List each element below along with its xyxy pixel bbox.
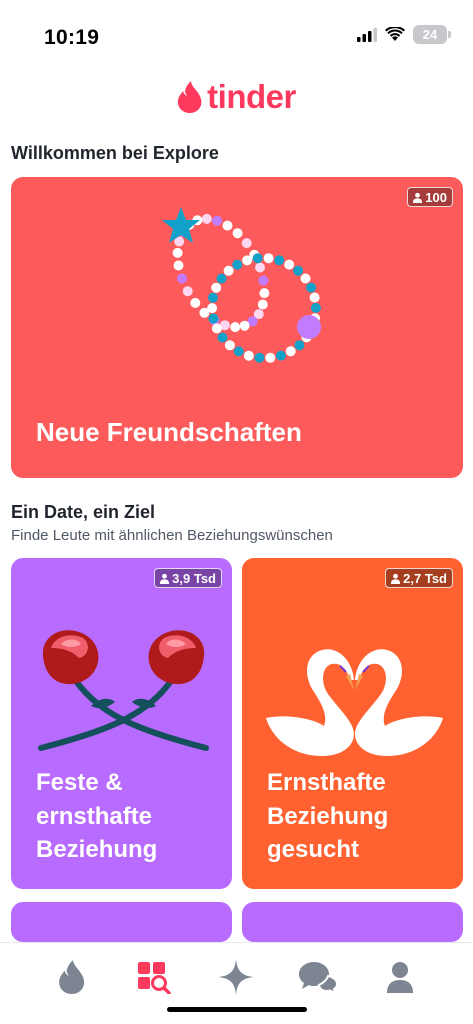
nav-sparks[interactable]: [216, 957, 256, 997]
bead: [172, 247, 183, 258]
bead: [263, 253, 274, 264]
bead: [310, 302, 321, 313]
serious-relationship-card[interactable]: 2,7 Tsd Ernsthafte Beziehung gesucht: [242, 558, 463, 889]
date-section-subtitle: Finde Leute mit ähnlichen Beziehungswüns…: [11, 527, 333, 544]
bead: [232, 228, 243, 239]
bead: [232, 259, 243, 270]
card-title: Neue Freundschaften: [36, 416, 302, 447]
member-count-badge: 3,9 Tsd: [154, 568, 222, 588]
flame-icon: [59, 960, 85, 994]
crossed-roses-illustration: [38, 630, 209, 751]
bead: [239, 320, 250, 331]
card-title: Feste & ernsthafte Beziehung: [36, 769, 158, 864]
bead: [243, 350, 254, 361]
status-icons: 24: [357, 25, 451, 44]
badge-count: 3,9 Tsd: [172, 570, 216, 586]
battery-icon: 24: [413, 25, 451, 44]
friendship-bracelets-illustration: [162, 207, 321, 363]
bead: [223, 265, 234, 276]
nav-profile[interactable]: [380, 957, 420, 997]
bead: [300, 273, 311, 284]
nav-home[interactable]: [52, 957, 92, 997]
bead: [208, 292, 218, 303]
nav-chat[interactable]: [298, 957, 338, 997]
bead: [233, 346, 244, 357]
bead: [255, 262, 265, 273]
bead: [306, 282, 317, 293]
card-title: Ernsthafte Beziehung gesucht: [267, 769, 389, 864]
bead: [212, 215, 223, 226]
bead: [252, 253, 263, 264]
bead: [285, 346, 296, 357]
next-card-left[interactable]: [11, 902, 232, 942]
logo-text: tinder: [207, 78, 296, 115]
bead: [177, 273, 187, 284]
bead: [190, 297, 201, 308]
bead: [265, 352, 276, 363]
member-count-badge: 2,7 Tsd: [385, 568, 453, 588]
flame-icon: [178, 81, 202, 113]
welcome-title: Willkommen bei Explore: [11, 143, 219, 163]
person-icon: [413, 192, 423, 203]
badge-count: 2,7 Tsd: [403, 570, 447, 586]
status-time: 10:19: [44, 26, 100, 49]
next-card-right[interactable]: [242, 902, 463, 942]
battery-level: 24: [422, 27, 438, 42]
cellular-signal-icon: [357, 27, 377, 42]
date-section-title: Ein Date, ein Ziel: [11, 502, 156, 522]
bead: [257, 299, 268, 310]
badge-count: 100: [425, 189, 447, 205]
status-bar: 10:19 24: [0, 0, 473, 60]
swans-heart-illustration: [266, 649, 443, 756]
bead: [275, 350, 286, 361]
explore-grid-search-icon: [138, 962, 171, 994]
wifi-icon: [385, 27, 405, 41]
bead: [182, 286, 193, 297]
person-icon: [387, 962, 413, 993]
sparkle-icon: [218, 959, 254, 995]
bead: [217, 332, 228, 343]
bead: [208, 313, 219, 324]
bead: [216, 273, 227, 284]
bead: [254, 352, 265, 363]
bead: [173, 260, 184, 271]
bead: [259, 288, 270, 299]
bead: [211, 323, 222, 334]
bead: [293, 265, 304, 276]
bead: [284, 259, 295, 270]
bead: [309, 292, 320, 303]
bead: [222, 220, 233, 231]
person-icon: [160, 573, 170, 584]
new-friends-card[interactable]: 100 Neue Freundschaften: [11, 177, 463, 478]
committed-relationship-card[interactable]: 3,9 Tsd Feste & ernsthafte Beziehung: [11, 558, 232, 889]
bead: [294, 340, 305, 351]
bead: [230, 322, 241, 333]
bead: [242, 255, 253, 266]
person-icon: [391, 573, 401, 584]
bead: [274, 255, 285, 266]
chat-bubbles-icon: [299, 962, 338, 994]
bead: [211, 282, 222, 293]
nav-explore[interactable]: [134, 957, 174, 997]
home-indicator[interactable]: [167, 1007, 307, 1012]
bead: [258, 275, 269, 286]
flower-charm: [297, 315, 321, 339]
member-count-badge: 100: [407, 187, 453, 207]
bead: [207, 303, 218, 314]
bead: [224, 340, 235, 351]
bead: [201, 213, 212, 224]
bead: [241, 238, 252, 249]
tinder-logo: tinder: [0, 78, 473, 116]
